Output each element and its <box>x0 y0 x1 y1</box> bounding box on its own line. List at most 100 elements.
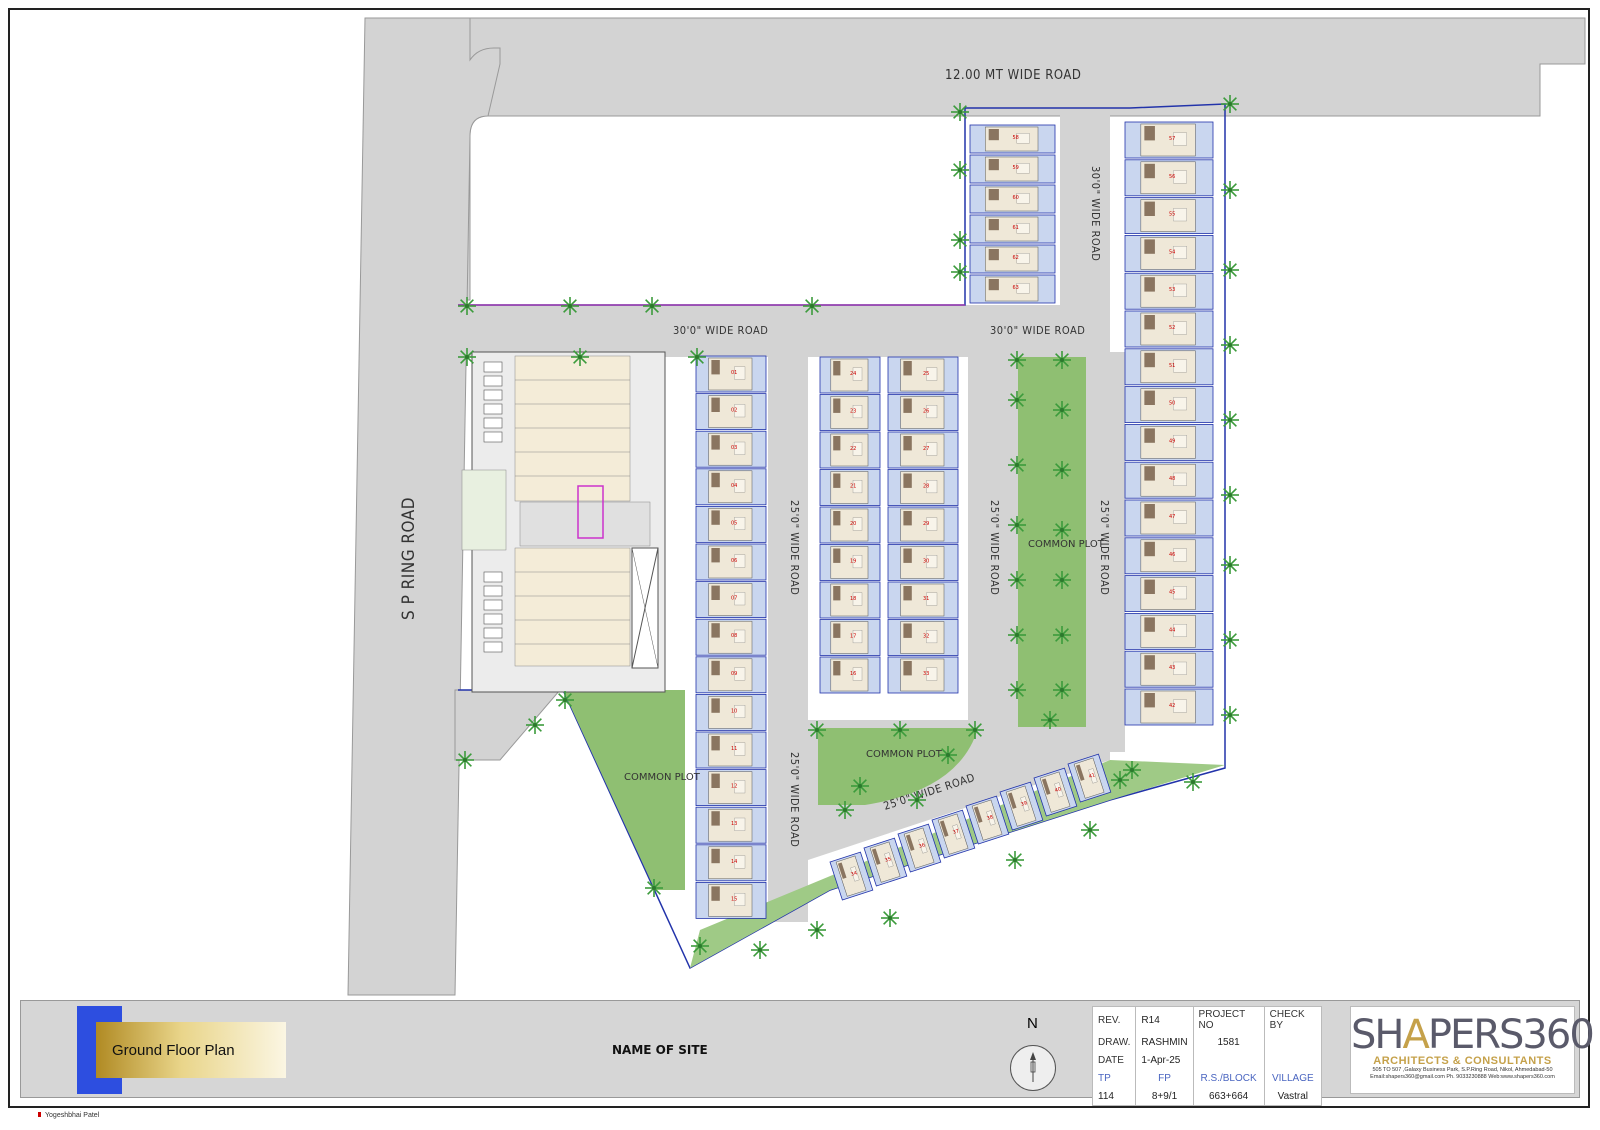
tree-icon <box>1053 401 1071 419</box>
tree-icon <box>1008 456 1026 474</box>
tree-icon <box>1221 336 1239 354</box>
rs-label: R.S./BLOCK <box>1193 1069 1265 1087</box>
unit-plot: 49 <box>1124 423 1214 461</box>
unit-plot: 53 <box>1124 272 1214 310</box>
unit-number: 50 <box>1169 401 1175 407</box>
unit-number: 19 <box>850 559 856 565</box>
unit-number: 25 <box>923 371 929 377</box>
unit-number: 43 <box>1169 665 1175 671</box>
fp-label: FP <box>1135 1069 1194 1087</box>
rev-label: REV. <box>1092 1006 1137 1033</box>
unit-plot: 12 <box>695 769 767 806</box>
tp-label: TP <box>1092 1069 1137 1087</box>
village-label: VILLAGE <box>1264 1069 1323 1087</box>
unit-plot: 18 <box>819 581 881 619</box>
firm-tagline: ARCHITECTS & CONSULTANTS <box>1373 1055 1552 1067</box>
tree-icon <box>1008 351 1026 369</box>
road-label-30-vertical: 30'0" WIDE ROAD <box>1089 166 1102 261</box>
unit-number: 56 <box>1169 174 1175 180</box>
unit-plot: 32 <box>887 619 959 656</box>
unit-plot: 03 <box>695 430 767 468</box>
unit-number: 07 <box>731 596 737 602</box>
tree-icon <box>1053 571 1071 589</box>
date-label: DATE <box>1092 1051 1137 1069</box>
tree-icon <box>1008 681 1026 699</box>
unit-number: 04 <box>731 483 737 489</box>
unit-number: 45 <box>1169 590 1175 596</box>
unit-number: 63 <box>1013 285 1019 291</box>
tree-icon <box>1053 351 1071 369</box>
unit-number: 53 <box>1169 287 1175 293</box>
unit-number: 44 <box>1169 627 1175 633</box>
tree-icon <box>939 746 957 764</box>
unit-plot: 52 <box>1124 310 1214 348</box>
unit-plot: 42 <box>1124 688 1214 726</box>
unit-plot: 56 <box>1124 159 1214 197</box>
unit-plot: 14 <box>695 844 767 882</box>
tree-icon <box>891 721 909 739</box>
tree-icon <box>458 348 476 366</box>
tree-icon <box>458 297 476 315</box>
unit-plot: 58 <box>969 124 1056 154</box>
unit-plot: 15 <box>695 882 767 919</box>
unit-plot: 62 <box>969 244 1056 274</box>
unit-plot: 55 <box>1124 197 1214 235</box>
unit-number: 42 <box>1169 703 1175 709</box>
north-letter: N <box>1027 1015 1038 1032</box>
road-label-25-b: 25'0" WIDE ROAD <box>988 500 1001 595</box>
unit-number: 23 <box>850 409 856 415</box>
unit-plot: 01 <box>695 355 767 393</box>
tree-icon <box>1008 626 1026 644</box>
firm-address: 505 TO 507 ,Galaxy Business Park, S.P.Ri… <box>1372 1067 1553 1073</box>
unit-plot: 59 <box>969 154 1056 184</box>
unit-plot: 21 <box>819 469 881 506</box>
unit-number: 22 <box>850 446 856 452</box>
tree-icon <box>1008 391 1026 409</box>
unit-number: 33 <box>923 671 929 677</box>
unit-plot: 50 <box>1124 386 1214 424</box>
unit-plot: 30 <box>887 544 959 581</box>
unit-plot: 23 <box>819 394 881 431</box>
tree-icon <box>851 777 869 795</box>
site-plan: 01 02 03 04 05 06 07 08 09 10 11 12 13 14 15 24 23 22 21 20… <box>347 17 1586 996</box>
tree-icon <box>1123 761 1141 779</box>
rev-value: R14 <box>1135 1006 1194 1033</box>
unit-number: 09 <box>731 671 737 677</box>
unit-number: 11 <box>731 746 737 752</box>
date-value: 1-Apr-25 <box>1135 1051 1194 1069</box>
tree-icon <box>908 791 926 809</box>
unit-number: 18 <box>850 596 856 602</box>
unit-number: 12 <box>731 784 737 790</box>
tree-icon <box>951 231 969 249</box>
unit-plot: 08 <box>695 618 767 656</box>
tree-icon <box>1221 261 1239 279</box>
draw-label: DRAW. <box>1092 1033 1137 1051</box>
unit-number: 02 <box>731 408 737 414</box>
fp-value: 8+9/1 <box>1135 1087 1194 1106</box>
unit-number: 28 <box>923 484 929 490</box>
unit-number: 55 <box>1169 212 1175 218</box>
tree-icon <box>1008 516 1026 534</box>
common-plot-1 <box>563 690 685 890</box>
unit-plot: 29 <box>887 506 959 544</box>
firm-logo: SHAPERS360 ARCHITECTS & CONSULTANTS 505 … <box>1350 1006 1595 1094</box>
unit-number: 16 <box>850 671 856 677</box>
unit-number: 06 <box>731 558 737 564</box>
tree-icon <box>1221 411 1239 429</box>
unit-plot: 16 <box>819 656 881 694</box>
road-label-25-d: 25'0" WIDE ROAD <box>788 752 801 847</box>
signer-name: Yogeshbhai Patel <box>38 1112 99 1119</box>
check-by-value <box>1264 1033 1323 1051</box>
project-no-value: 1581 <box>1193 1033 1265 1051</box>
unit-plot: 19 <box>819 544 881 581</box>
unit-number: 29 <box>923 521 929 527</box>
common-plot-label-1: COMMON PLOT <box>624 772 701 783</box>
draw-value: RASHMIN <box>1135 1033 1194 1051</box>
tree-icon <box>1111 771 1129 789</box>
tree-icon <box>1006 851 1024 869</box>
tree-icon <box>966 721 984 739</box>
check-by-label: CHECK BY <box>1264 1006 1323 1033</box>
tree-icon <box>1221 556 1239 574</box>
unit-number: 05 <box>731 520 737 526</box>
tree-icon <box>643 297 661 315</box>
